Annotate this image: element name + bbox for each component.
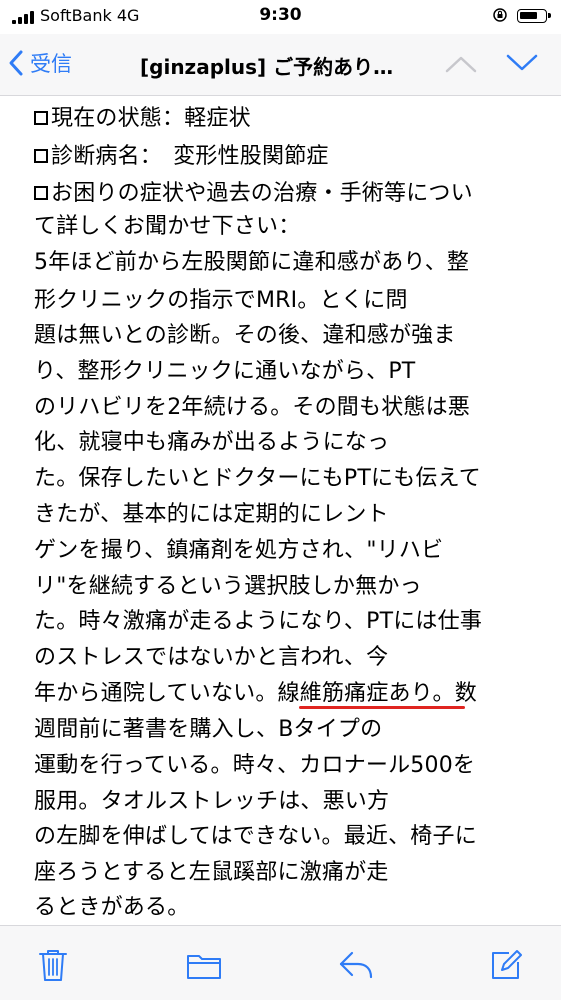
message-title: [ginzaplus] ご予約あり… (140, 55, 394, 79)
body-line: て詳しくお聞かせ下さい： (34, 214, 301, 239)
compose-icon[interactable] (489, 948, 523, 982)
body-line: た。時々激痛が走るようになり、PTには仕事 (34, 609, 483, 634)
orientation-lock-icon (493, 8, 507, 22)
body-line: 診断病名： 変形性股関節症 (34, 138, 329, 170)
back-label: 受信 (30, 52, 72, 76)
body-line: 週間前に著書を購入し、Bタイプの (34, 717, 383, 742)
body-line: ゲンを撮り、鎮痛剤を処方され、"リハビ (34, 538, 444, 563)
body-line: 題は無いとの診断。その後、違和感が強ま (34, 323, 456, 348)
body-line: り、整形クリニックに通いながら、PT (34, 359, 416, 384)
body-line: の左脚を伸ばしてはできない。最近、椅子に (34, 824, 477, 849)
trash-icon[interactable] (38, 948, 68, 982)
body-line: リ"を継続するという選択肢しか無かっ (34, 574, 422, 599)
body-line: た。保存したいとドクターにもPTにも伝えて (34, 466, 481, 491)
body-line: のストレスではないかと言われ、今 (34, 645, 389, 670)
status-time: 9:30 (259, 5, 302, 25)
chevron-left-icon (9, 50, 23, 76)
status-bar: SoftBank 4G 9:30 (0, 0, 561, 34)
chevron-down-icon[interactable] (505, 53, 539, 73)
body-line: きたが、基本的には定期的にレント (34, 502, 389, 527)
chevron-up-icon[interactable] (444, 54, 478, 74)
body-line: 現在の状態：軽症状 (34, 100, 251, 132)
body-line: 運動を行っている。時々、カロナール500を (34, 753, 476, 778)
body-line: 座ろうとすると左鼠蹊部に激痛が走 (34, 860, 389, 885)
message-body: 現在の状態：軽症状 診断病名： 変形性股関節症 お困りの症状や過去の治療・手術等… (0, 96, 561, 926)
body-line: 5年ほど前から左股関節に違和感があり、整 (34, 250, 470, 275)
body-line: 形クリニックの指示でMRI。とくに問 (34, 288, 408, 313)
body-line: お困りの症状や過去の治療・手術等につい (34, 175, 473, 207)
checkbox-icon (34, 149, 48, 163)
back-button[interactable]: 受信 (8, 48, 72, 78)
folder-icon[interactable] (186, 952, 222, 980)
red-underline-annotation (299, 706, 465, 709)
checkbox-icon (34, 111, 48, 125)
battery-icon (517, 9, 551, 23)
navigation-bar: 受信 [ginzaplus] ご予約あり… (0, 34, 561, 96)
bottom-toolbar (0, 925, 561, 1000)
reply-icon[interactable] (338, 950, 374, 980)
body-line: るときがある。 (34, 895, 190, 920)
body-line: のリハビリを2年続ける。その間も状態は悪 (34, 395, 470, 420)
body-line-highlighted: 年から通院していない。線維筋痛症あり。数 (34, 681, 477, 706)
body-line: 服用。タオルストレッチは、悪い方 (34, 789, 390, 814)
checkbox-icon (34, 186, 48, 200)
body-line: 化、就寝中も痛みが出るようになっ (34, 430, 390, 455)
